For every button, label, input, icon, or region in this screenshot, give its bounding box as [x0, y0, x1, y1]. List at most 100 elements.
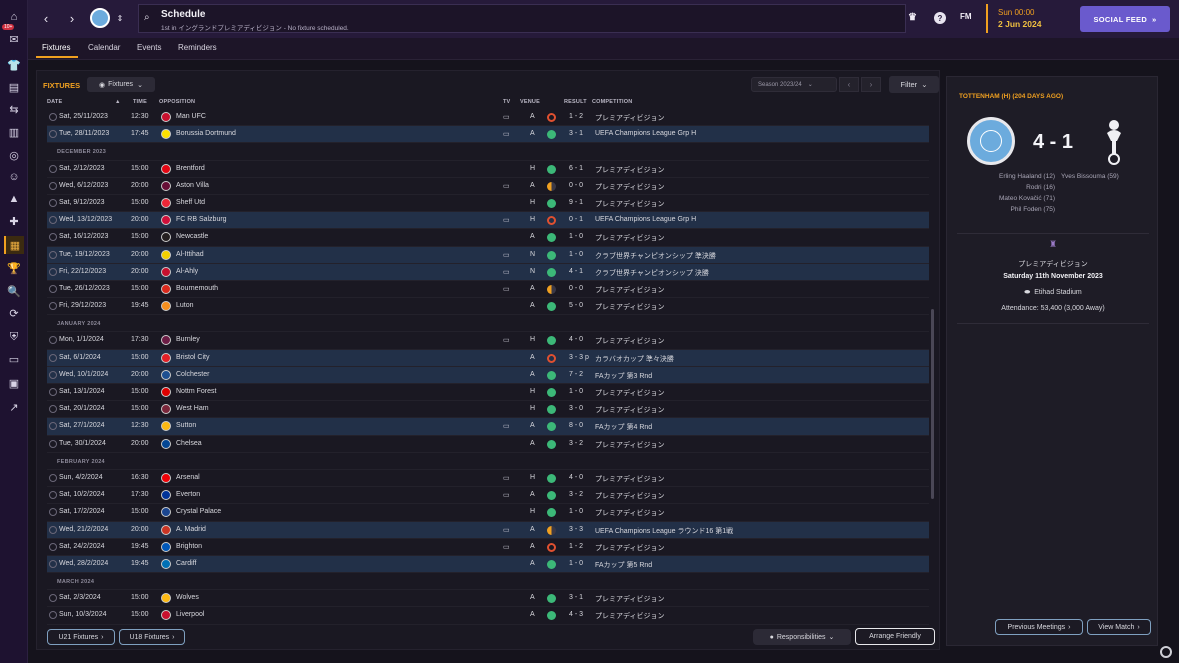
match-stadium-line: ⬬ Etihad Stadium: [947, 289, 1159, 297]
col-result[interactable]: RESULT: [564, 99, 587, 105]
prev-season-button[interactable]: ‹: [839, 77, 859, 92]
competitions-icon[interactable]: 🏆: [4, 259, 24, 277]
col-tv[interactable]: TV: [503, 99, 510, 105]
fixture-row[interactable]: Wed, 28/2/2024 19:45 Cardiff A 1 - 0 FAカップ 第5…: [47, 555, 929, 574]
fixture-row[interactable]: Wed, 10/1/2024 20:00 Colchester A 7 - 2 FAカップ…: [47, 366, 929, 384]
data-hub-icon[interactable]: ▥: [4, 123, 24, 141]
tactics-icon[interactable]: ⇆: [4, 100, 24, 118]
medical-icon[interactable]: ✚: [4, 212, 24, 230]
fixture-row[interactable]: Sat, 2/12/2023 15:00 Brentford H 6 - 1 プレミアディ…: [47, 161, 929, 178]
match-status-icon: [49, 439, 57, 448]
page-title: Schedule: [161, 9, 206, 20]
season-dropdown[interactable]: Season 2023/24 ⌄: [751, 77, 837, 92]
tab-reminders[interactable]: Reminders: [178, 43, 217, 52]
trophy-icon[interactable]: ♛: [908, 12, 917, 23]
scouting-icon[interactable]: 🔍: [4, 282, 24, 300]
fixture-venue: H: [530, 473, 536, 481]
finances-icon[interactable]: ▣: [4, 374, 24, 392]
fixture-date: Sat, 20/1/2024: [59, 405, 105, 413]
fixture-row[interactable]: Sat, 27/1/2024 12:30 Sutton ▭ A 8 - 0 FAカップ 第4…: [47, 418, 929, 436]
club-crest-icon[interactable]: [90, 8, 110, 28]
sort-ascending-icon[interactable]: ▲: [115, 99, 121, 105]
fixtures-dropdown[interactable]: ◉ Fixtures ⌄: [87, 77, 155, 92]
fixture-row[interactable]: Sat, 10/2/2024 17:30 Everton ▭ A 3 - 2 プレミアディビ…: [47, 487, 929, 505]
fixture-row[interactable]: Sat, 9/12/2023 15:00 Sheff Utd H 9 - 1 プレミアディ…: [47, 195, 929, 213]
fixture-row[interactable]: Tue, 19/12/2023 20:00 Al-Ittihad ▭ N 1 - 0 クラブ…: [47, 246, 929, 264]
filter-button[interactable]: Filter ⌄: [889, 76, 939, 93]
home-scorers: Erling Haaland (12) Rodri (16) Mateo Kovač…: [999, 171, 1055, 215]
arrange-friendly-button[interactable]: Arrange Friendly: [855, 628, 935, 645]
u21-fixtures-button[interactable]: U21 Fixtures ›: [47, 629, 115, 645]
col-competition[interactable]: COMPETITION: [592, 99, 632, 105]
fixture-row[interactable]: Tue, 26/12/2023 15:00 Bournemouth ▭ A 0 - 0 プレ…: [47, 281, 929, 299]
tab-calendar[interactable]: Calendar: [88, 43, 120, 52]
view-match-button[interactable]: View Match ›: [1087, 619, 1151, 635]
dynamics-icon[interactable]: ▲: [4, 190, 24, 208]
schedule-icon[interactable]: ▦: [4, 236, 24, 254]
col-venue[interactable]: VENUE: [520, 99, 540, 105]
fixture-row[interactable]: Sun, 4/2/2024 16:30 Arsenal ▭ H 4 - 0 プレミアディビジ…: [47, 470, 929, 488]
fixture-row[interactable]: Sat, 6/1/2024 15:00 Bristol City A 3 - 3 p カラ…: [47, 349, 929, 367]
fixture-row[interactable]: Sat, 2/3/2024 15:00 Wolves A 3 - 1 プレミアディビジョン: [47, 590, 929, 608]
club-info-icon[interactable]: ⛨: [4, 328, 24, 346]
fixture-row[interactable]: Fri, 29/12/2023 19:45 Luton A 5 - 0 プレミアディビジョ…: [47, 298, 929, 316]
inbox-icon[interactable]: ✉: [4, 30, 24, 48]
result-outcome-icon: [547, 181, 556, 191]
previous-meetings-button[interactable]: Previous Meetings ›: [995, 619, 1083, 635]
fixture-row[interactable]: Sat, 17/2/2024 15:00 Crystal Palace H 1 - 0 プ…: [47, 504, 929, 522]
fixture-row[interactable]: Sat, 16/12/2023 15:00 Newcastle A 1 - 0 プレミアデ…: [47, 229, 929, 247]
squad-icon[interactable]: 👕: [4, 56, 24, 74]
col-opposition[interactable]: OPPOSITION: [159, 99, 195, 105]
fixture-row[interactable]: Wed, 21/2/2024 20:00 A. Madrid ▭ A 3 - 3 UEFA …: [47, 521, 929, 539]
help-icon[interactable]: ?: [934, 12, 946, 24]
tv-icon: ▭: [503, 217, 510, 225]
social-feed-button[interactable]: SOCIAL FEED »: [1080, 6, 1170, 32]
club-vision-icon[interactable]: ▭: [4, 350, 24, 368]
opponent-crest-icon: [161, 421, 171, 432]
month-label: FEBRUARY 2024: [57, 458, 105, 465]
tab-fixtures[interactable]: Fixtures: [42, 43, 70, 52]
fixture-row[interactable]: Tue, 30/1/2024 20:00 Chelsea A 3 - 2 プレミアディビジ…: [47, 436, 929, 453]
scrollbar[interactable]: [931, 309, 934, 499]
fixture-row[interactable]: Sat, 13/1/2024 15:00 Nottm Forest H 1 - 0 プレミ…: [47, 384, 929, 402]
fixture-row[interactable]: Wed, 6/12/2023 20:00 Aston Villa ▭ A 0 - 0 プレミ…: [47, 178, 929, 195]
fixture-row[interactable]: Sat, 25/11/2023 12:30 Man UFC ▭ A 1 - 2 プレミアディ…: [47, 109, 929, 127]
fixture-competition: UEFA Champions League Grp H: [595, 130, 697, 138]
fixture-row[interactable]: Sun, 10/3/2024 15:00 Liverpool A 4 - 3 プレミアディ…: [47, 607, 929, 625]
training-icon[interactable]: ◎: [4, 146, 24, 164]
fixture-opponent: Arsenal: [176, 473, 200, 481]
fixture-result: 7 - 2: [569, 370, 584, 378]
tab-events[interactable]: Events: [137, 43, 161, 52]
fixture-opponent: Burnley: [176, 336, 200, 344]
transfers-icon[interactable]: ⟳: [4, 304, 24, 322]
col-time[interactable]: TIME: [133, 99, 147, 105]
responsibilities-button[interactable]: ● Responsibilities ⌄: [753, 629, 851, 645]
club-switch-chevron-icon[interactable]: ⇕: [112, 10, 128, 26]
match-status-icon: [49, 525, 57, 534]
fixture-row[interactable]: Wed, 13/12/2023 20:00 FC RB Salzburg ▭ H 0 - …: [47, 212, 929, 230]
away-team-crest-icon[interactable]: [1097, 117, 1131, 165]
next-season-button[interactable]: ›: [861, 77, 881, 92]
fm-menu-button[interactable]: FM: [960, 12, 972, 21]
fixture-row[interactable]: Mon, 1/1/2024 17:30 Burnley ▭ H 4 - 0 プレミアディビジ…: [47, 332, 929, 350]
match-status-icon: [49, 542, 57, 551]
home-team-crest-icon[interactable]: [967, 117, 1015, 165]
result-outcome-icon: [547, 611, 556, 621]
back-arrow-icon[interactable]: ‹: [38, 10, 54, 26]
forward-arrow-icon[interactable]: ›: [64, 10, 80, 26]
u18-fixtures-button[interactable]: U18 Fixtures ›: [119, 629, 185, 645]
home-icon[interactable]: ⌂: [4, 8, 24, 26]
fixture-row[interactable]: Fri, 22/12/2023 20:00 Al-Ahly ▭ N 4 - 1 クラブ世界チ…: [47, 263, 929, 281]
search-icon[interactable]: ⌕: [144, 12, 150, 23]
fixture-opponent: Newcastle: [176, 233, 209, 241]
fixture-row[interactable]: Tue, 28/11/2023 17:45 Borussia Dortmund ▭ A 3…: [47, 126, 929, 144]
staff-icon[interactable]: ☺: [4, 168, 24, 186]
sidebar: 10+ ⌂ ✉ 👕 ▤ ⇆ ▥ ◎ ☺ ▲ ✚ ▦ 🏆 🔍 ⟳ ⛨ ▭ ▣ ↗: [0, 0, 28, 663]
result-outcome-icon: [547, 267, 556, 277]
match-status-icon: [49, 336, 57, 345]
fixture-row[interactable]: Sat, 20/1/2024 15:00 West Ham H 3 - 0 プレミアディビ…: [47, 401, 929, 419]
reports-icon[interactable]: ▤: [4, 78, 24, 96]
fixture-row[interactable]: Sat, 24/2/2024 19:45 Brighton ▭ A 1 - 2 プレミアディ…: [47, 539, 929, 556]
dev-centre-icon[interactable]: ↗: [4, 398, 24, 416]
col-date[interactable]: DATE: [47, 99, 62, 105]
